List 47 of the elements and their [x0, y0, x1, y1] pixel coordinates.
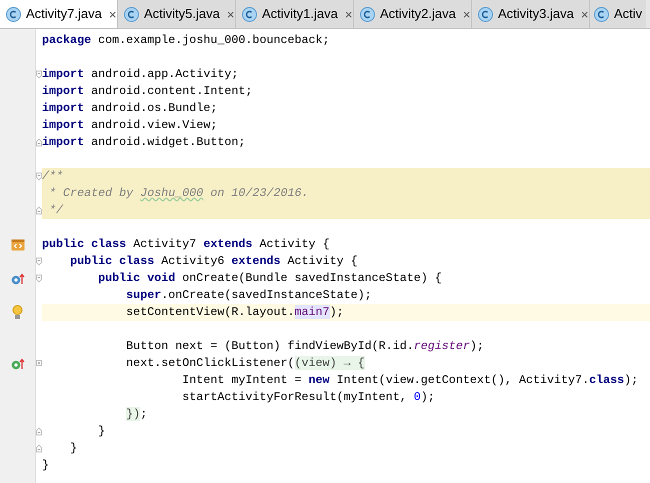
close-button[interactable]: × — [224, 8, 236, 20]
fold-marker-icon[interactable] — [36, 172, 42, 181]
code-line: super.onCreate(savedInstanceState); — [125, 287, 373, 304]
code-line: import android.widget.Button; — [42, 134, 246, 151]
implement-icon[interactable] — [10, 358, 24, 370]
fold-marker-icon[interactable] — [36, 274, 42, 283]
fold-marker-icon[interactable] — [36, 206, 42, 215]
code-line: import android.app.Activity; — [42, 66, 240, 83]
file-tab[interactable]: Activity3.java × — [472, 0, 590, 28]
code-line: import android.os.Bundle; — [42, 100, 218, 117]
layout-icon[interactable] — [10, 238, 24, 250]
class-icon — [242, 6, 257, 22]
close-button[interactable]: × — [460, 8, 472, 20]
fold-marker-icon[interactable] — [36, 257, 42, 266]
fold-marker-icon[interactable] — [36, 138, 42, 147]
file-tab[interactable]: Activ — [590, 0, 646, 28]
code-line: Intent myIntent = new Intent(view.getContext(), Activity7.class); — [181, 372, 640, 389]
code-line: public void onCreate(Bundle savedInstanceState) { — [97, 270, 443, 287]
code-line: package com.example.joshu_000.bounceback; — [42, 32, 331, 49]
code-line: public class Activity7 extends Activity { — [42, 236, 331, 253]
code-line: } — [42, 457, 50, 474]
code-line: import android.content.Intent; — [42, 83, 254, 100]
class-icon — [478, 6, 493, 22]
code-line: } — [69, 440, 78, 457]
code-line: next.setOnClickListener((view) → { — [125, 355, 366, 372]
file-tab[interactable]: Activity1.java × — [236, 0, 354, 28]
class-icon — [124, 6, 139, 22]
code-line: public class Activity6 extends Activity { — [69, 253, 359, 270]
fold-marker-icon[interactable] — [36, 427, 42, 436]
class-icon — [360, 6, 375, 22]
close-button[interactable]: × — [578, 8, 590, 20]
file-tab[interactable]: Activity2.java × — [354, 0, 472, 28]
code-line: Button next = (Button) findViewById(R.id.register); — [125, 338, 485, 355]
expand-icon[interactable] — [36, 359, 42, 368]
code-line: startActivityForResult(myIntent, 0); — [181, 389, 436, 406]
override-icon[interactable] — [10, 272, 24, 284]
code-line: } — [97, 423, 106, 440]
file-tab[interactable]: Activity7.java × — [0, 0, 118, 28]
fold-marker-icon[interactable] — [36, 444, 42, 453]
class-icon — [6, 6, 21, 22]
file-tab[interactable]: Activity5.java × — [118, 0, 236, 28]
fold-marker-icon[interactable] — [36, 70, 42, 79]
lightbulb-icon — [12, 305, 23, 320]
close-button[interactable]: × — [106, 8, 118, 20]
class-icon — [594, 6, 609, 22]
close-button[interactable]: × — [342, 8, 354, 20]
code-line: import android.view.View; — [42, 117, 218, 134]
